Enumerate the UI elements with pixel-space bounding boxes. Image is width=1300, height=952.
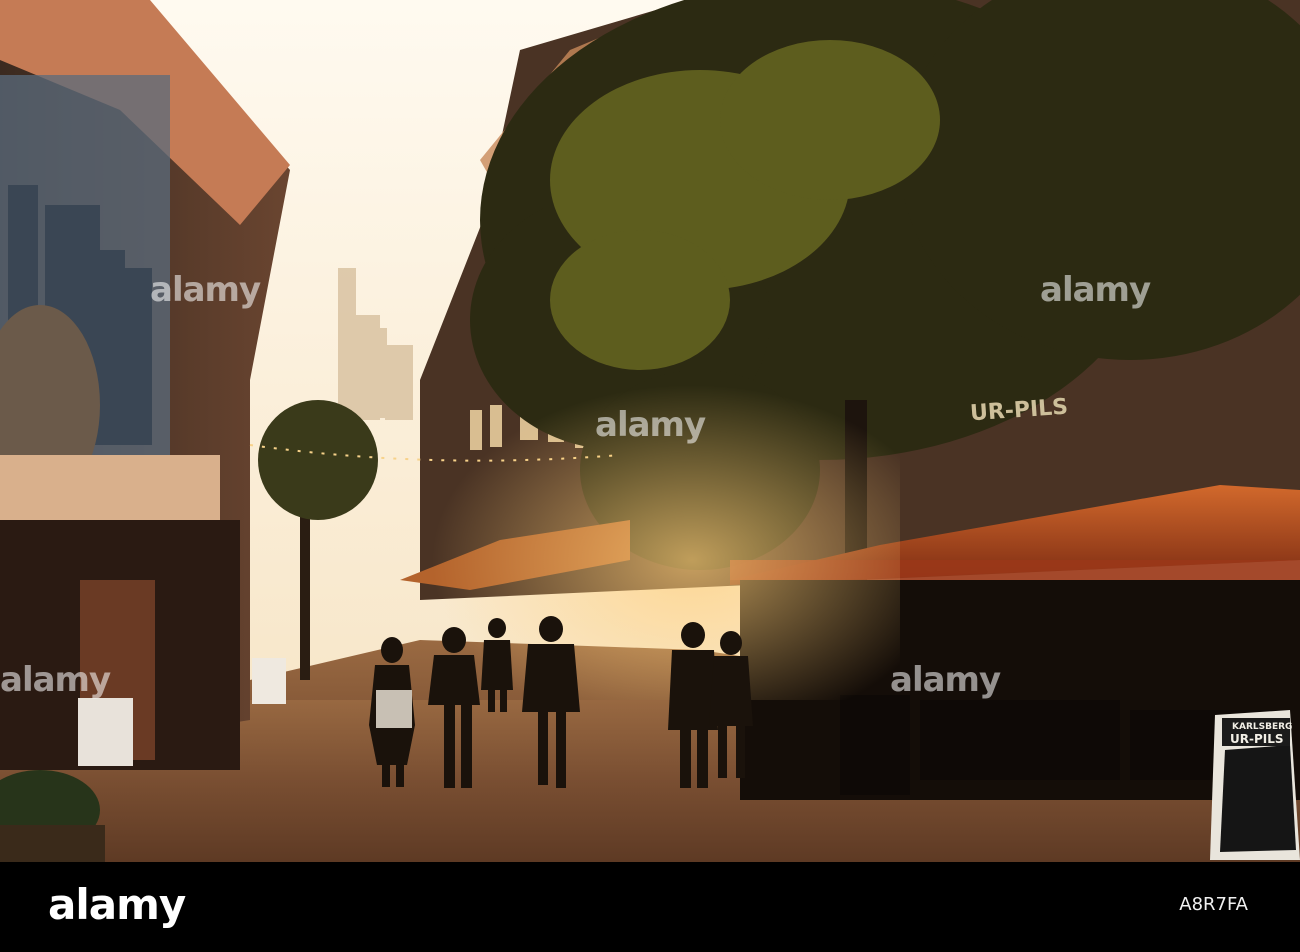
watermark-5: alamy [595,405,706,445]
watermark-1: alamy [150,270,261,310]
photo: UR-PILS KARLSBERG UR-PILS alamy alamy al… [0,0,1300,862]
watermark-3: alamy [0,660,111,700]
image-reference: A8R7FA [1179,894,1248,915]
sandwich-board-top-text: KARLSBERG [1232,722,1293,732]
brand-logo[interactable]: alamy [48,880,186,929]
footer-bar: alamy A8R7FA [0,862,1300,952]
watermark-4: alamy [890,660,1001,700]
sandwich-board-main-text: UR-PILS [1230,732,1284,746]
watermark-2: alamy [1040,270,1151,310]
